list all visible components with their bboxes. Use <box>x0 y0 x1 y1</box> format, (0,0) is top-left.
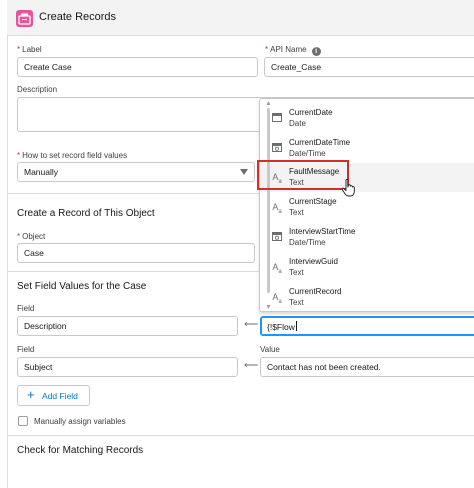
calendar-clock-icon <box>271 231 283 243</box>
dropdown-item-interview-guid[interactable]: Aa InterviewGuid Text <box>260 253 474 282</box>
manually-assign-label: Manually assign variables <box>34 417 126 426</box>
value-input-subject[interactable]: Contact has not been created. <box>260 357 474 377</box>
dropdown-item-current-stage[interactable]: Aa CurrentStage Text <box>260 193 474 222</box>
plus-icon: + <box>27 387 35 402</box>
text-caret <box>295 321 297 331</box>
dropdown-item-current-date[interactable]: CurrentDate Date <box>260 104 474 133</box>
dropdown-scrollbar[interactable] <box>266 100 271 310</box>
value-input-text: {!$Flow <box>267 322 295 332</box>
add-field-button[interactable]: + Add Field <box>17 385 90 406</box>
text-icon: Aa <box>272 202 282 215</box>
panel-header: Create Records <box>7 0 474 36</box>
highlight-box <box>257 160 349 190</box>
text-icon: Aa <box>272 262 282 275</box>
how-to-set-value: Manually <box>24 167 59 177</box>
hand-cursor-icon <box>341 179 357 199</box>
calendar-clock-icon <box>271 142 283 154</box>
api-name-label: * API Name i <box>265 45 321 56</box>
description-label: Description <box>17 85 58 94</box>
field-values-title: Set Field Values for the Case <box>17 281 147 292</box>
object-label: * Object <box>17 232 46 241</box>
value-label: Value <box>260 345 280 354</box>
how-to-set-select[interactable]: Manually <box>17 162 255 182</box>
field-input-subject[interactable]: Subject <box>17 357 238 377</box>
divider <box>8 435 474 436</box>
dropdown-item-current-record[interactable]: Aa CurrentRecord Text <box>260 283 474 312</box>
manually-assign-checkbox[interactable] <box>18 416 28 426</box>
api-name-input[interactable]: Create_Case <box>264 57 474 77</box>
field-label: Field <box>17 304 35 313</box>
value-input-description[interactable]: {!$Flow <box>260 316 474 336</box>
dropdown-item-current-date-time[interactable]: CurrentDateTime Date/Time <box>260 134 474 163</box>
dropdown-item-interview-start-time[interactable]: InterviewStartTime Date/Time <box>260 223 474 252</box>
matching-records-title: Check for Matching Records <box>17 445 144 456</box>
panel-title: Create Records <box>39 11 117 23</box>
how-to-set-label: * How to set record field values <box>17 151 128 160</box>
resource-dropdown[interactable]: CurrentDate Date CurrentDateTime Date/Ti… <box>259 98 474 312</box>
label-field-label: * Label <box>17 45 42 54</box>
object-input[interactable]: Case <box>17 243 255 263</box>
field-label: Field <box>17 345 35 354</box>
label-input[interactable]: Create Case <box>17 57 258 77</box>
field-input-description[interactable]: Description <box>17 316 238 336</box>
arrow-left-icon: ⟵ <box>244 319 259 330</box>
text-icon: Aa <box>272 292 282 305</box>
records-icon <box>16 10 33 27</box>
calendar-icon <box>271 112 283 124</box>
object-section-title: Create a Record of This Object <box>17 208 155 219</box>
chevron-down-icon <box>240 169 248 175</box>
info-icon[interactable]: i <box>311 47 321 56</box>
arrow-left-icon: ⟵ <box>244 360 259 371</box>
